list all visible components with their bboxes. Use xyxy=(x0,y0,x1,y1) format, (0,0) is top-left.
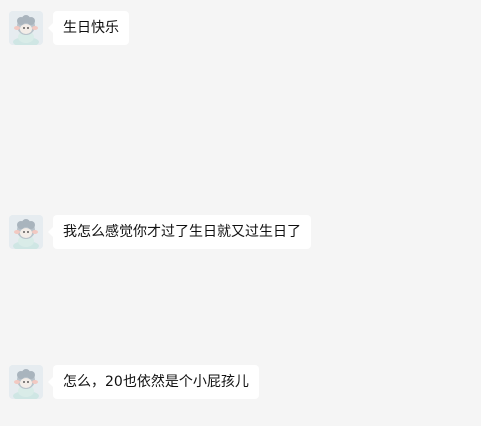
sender-avatar[interactable] xyxy=(9,11,43,45)
bubble-tail xyxy=(48,227,53,237)
sheep-avatar-icon xyxy=(9,215,43,249)
bubble-tail xyxy=(48,23,53,33)
message-row: 生日快乐 xyxy=(9,11,129,45)
sheep-avatar-icon xyxy=(9,365,43,399)
bubble-tail xyxy=(48,377,53,387)
message-bubble[interactable]: 我怎么感觉你才过了生日就又过生日了 xyxy=(53,215,311,249)
message-bubble[interactable]: 怎么，20也依然是个小屁孩儿 xyxy=(53,365,259,399)
sender-avatar[interactable] xyxy=(9,365,43,399)
sender-avatar[interactable] xyxy=(9,215,43,249)
message-bubble[interactable]: 生日快乐 xyxy=(53,11,129,45)
message-row: 我怎么感觉你才过了生日就又过生日了 xyxy=(9,215,311,249)
sheep-avatar-icon xyxy=(9,11,43,45)
message-row: 怎么，20也依然是个小屁孩儿 xyxy=(9,365,259,399)
